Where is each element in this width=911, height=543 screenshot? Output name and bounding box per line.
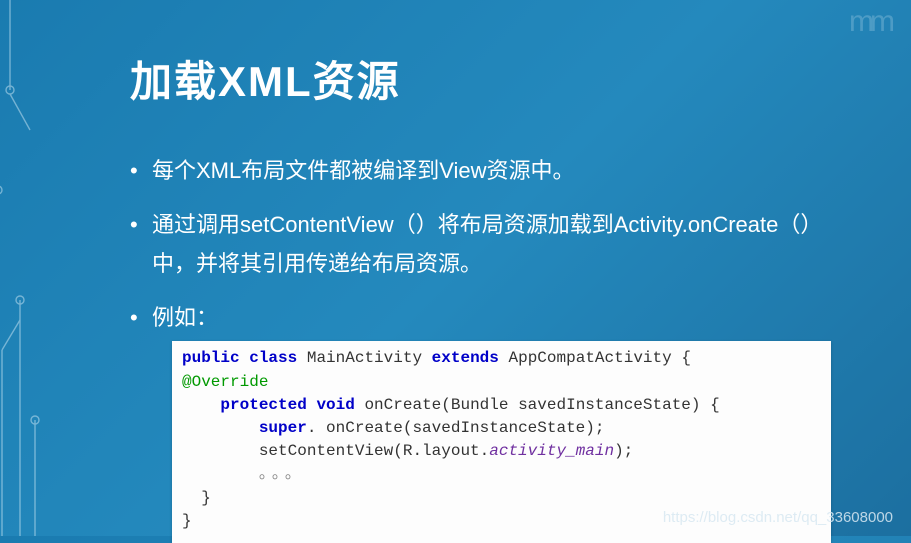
- bullet-3-text: 例如：: [152, 305, 218, 330]
- slide-content: 加载XML资源 每个XML布局文件都被编译到View资源中。 通过调用setCo…: [0, 0, 911, 543]
- bullet-item-2: 通过调用setContentView（）将布局资源加载到Activity.onC…: [130, 205, 831, 284]
- slide-title: 加载XML资源: [130, 48, 831, 109]
- bullet-list: 每个XML布局文件都被编译到View资源中。 通过调用setContentVie…: [130, 151, 831, 543]
- bullet-item-3: 例如： public class MainActivity extends Ap…: [130, 298, 831, 543]
- decorative-lines-left: [0, 0, 50, 536]
- bullet-item-1: 每个XML布局文件都被编译到View资源中。: [130, 151, 831, 191]
- decorative-top-right: mm: [849, 5, 891, 39]
- watermark-url: https://blog.csdn.net/qq_33608000: [663, 509, 893, 526]
